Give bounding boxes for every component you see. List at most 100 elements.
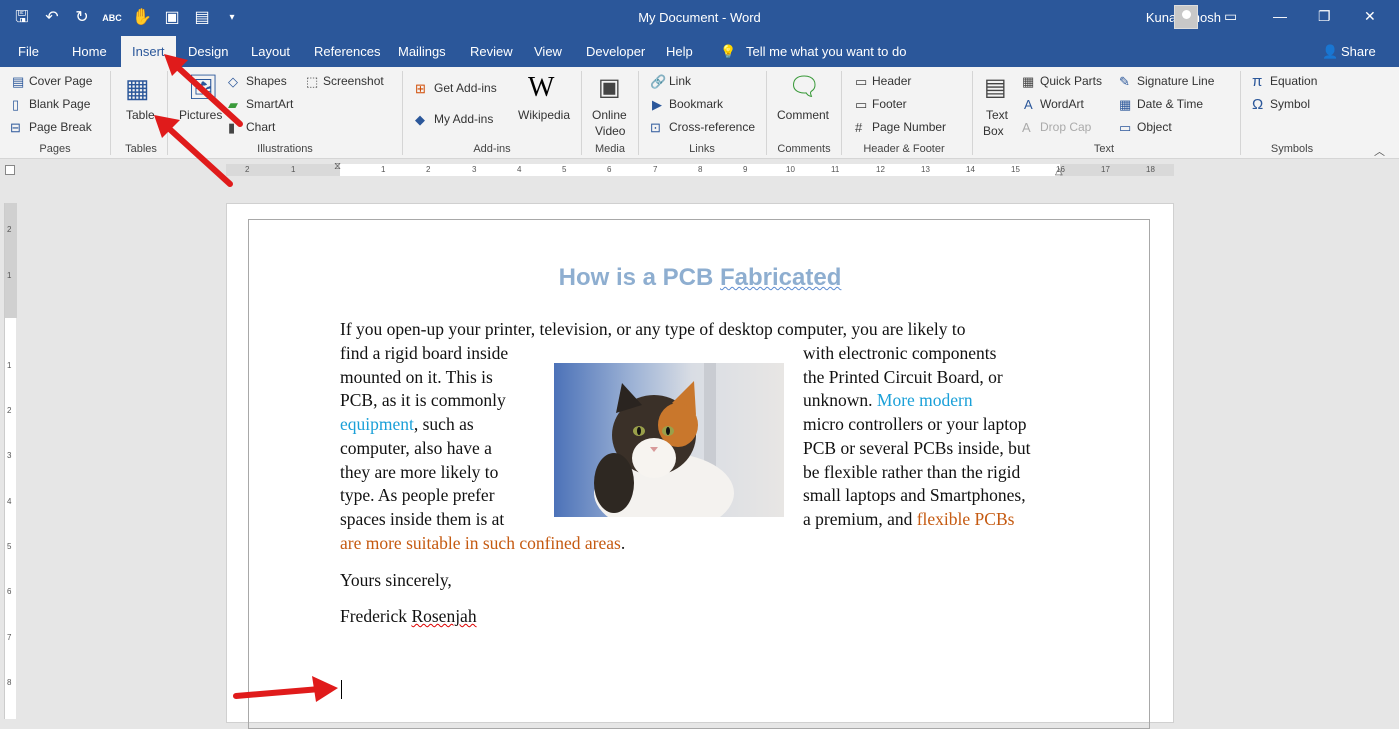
- header-button[interactable]: Header: [872, 74, 911, 88]
- closing-line[interactable]: Yours sincerely,: [340, 569, 452, 593]
- screenshot-icon: ⬚: [306, 74, 319, 89]
- tab-developer[interactable]: Developer: [586, 44, 645, 59]
- text-line: equipment, such as: [340, 413, 508, 437]
- drop-cap-button[interactable]: Drop Cap: [1040, 120, 1091, 134]
- group-links: Links: [689, 143, 715, 155]
- text-span: , such as: [413, 414, 474, 435]
- collapse-ribbon-icon[interactable]: ︿: [1374, 143, 1385, 159]
- page-number-button[interactable]: Page Number: [872, 120, 946, 134]
- equation-button[interactable]: Equation: [1270, 74, 1317, 88]
- link-text: equipment: [340, 414, 414, 435]
- date-time-icon: ▦: [1119, 97, 1132, 112]
- group-comments: Comments: [777, 143, 831, 155]
- divider: [1240, 71, 1241, 155]
- ruler-tick: 7: [7, 633, 12, 642]
- text-box-button[interactable]: Text: [986, 108, 1008, 122]
- signature-line[interactable]: Frederick Rosenjah: [340, 605, 477, 629]
- online-video-button[interactable]: Online: [592, 108, 627, 122]
- store-icon: ⊞: [415, 81, 426, 96]
- ruler-tick: 1: [381, 165, 386, 174]
- horizontal-ruler[interactable]: 2 1 1 2 3 4 5 6 7 8 9 10 11 12 13 14 15 …: [226, 161, 1174, 177]
- ribbon-display-options-icon[interactable]: ▭: [1224, 8, 1237, 25]
- cover-page-button[interactable]: Cover Page: [29, 74, 92, 88]
- wordart-button[interactable]: WordArt: [1040, 97, 1084, 111]
- title-misspelled-word: Fabricated: [720, 264, 842, 291]
- tab-selector-icon[interactable]: [5, 165, 15, 175]
- page-break-button[interactable]: Page Break: [29, 120, 92, 134]
- link-text: More modern: [876, 390, 973, 411]
- restore-icon[interactable]: ❐: [1318, 8, 1331, 25]
- date-time-button[interactable]: Date & Time: [1137, 97, 1203, 111]
- object-button[interactable]: Object: [1137, 120, 1172, 134]
- blank-page-icon: ▯: [12, 97, 20, 112]
- cover-page-icon: ▤: [12, 74, 25, 89]
- text-line: they are more likely to: [340, 461, 499, 482]
- ruler-tick: 12: [876, 165, 885, 174]
- ruler-tick: 4: [7, 497, 12, 506]
- object-icon: ▭: [1119, 120, 1132, 135]
- tab-review[interactable]: Review: [470, 44, 513, 59]
- quick-parts-button[interactable]: Quick Parts: [1040, 74, 1102, 88]
- header-icon: ▭: [855, 74, 868, 89]
- wikipedia-button[interactable]: Wikipedia: [518, 108, 570, 122]
- ruler-tick: 1: [291, 165, 296, 174]
- avatar[interactable]: [1174, 5, 1198, 29]
- ruler-tick: 2: [426, 165, 431, 174]
- group-pages: Pages: [39, 143, 71, 155]
- shapes-button[interactable]: Shapes: [246, 74, 287, 88]
- ruler-tick: 4: [517, 165, 522, 174]
- tab-mailings[interactable]: Mailings: [398, 44, 446, 59]
- tab-view[interactable]: View: [534, 44, 562, 59]
- bookmark-button[interactable]: Bookmark: [669, 97, 723, 111]
- group-media: Media: [595, 143, 625, 155]
- tab-file[interactable]: File: [18, 44, 39, 59]
- blank-page-button[interactable]: Blank Page: [29, 97, 90, 111]
- drop-cap-icon: A: [1022, 120, 1031, 135]
- bookmark-icon: ▶: [652, 97, 662, 112]
- ruler-tick: 7: [653, 165, 658, 174]
- symbol-button[interactable]: Symbol: [1270, 97, 1310, 111]
- divider: [110, 71, 111, 155]
- text-line: PCB, as it is commonly: [340, 390, 506, 411]
- tell-me-search[interactable]: Tell me what you want to do: [746, 44, 906, 59]
- document-title[interactable]: How is a PCB Fabricated: [540, 264, 860, 292]
- link-button[interactable]: Link: [669, 74, 691, 88]
- divider: [581, 71, 582, 155]
- minimize-icon[interactable]: —: [1273, 8, 1287, 24]
- tab-help[interactable]: Help: [666, 44, 693, 59]
- indent-marker-icon[interactable]: ⧖: [334, 161, 341, 172]
- share-button[interactable]: Share: [1341, 44, 1376, 59]
- ruler-tick: 6: [7, 587, 12, 596]
- ruler-tick: 15: [1011, 165, 1020, 174]
- tab-home[interactable]: Home: [72, 44, 107, 59]
- paragraph-line[interactable]: If you open-up your printer, television,…: [340, 318, 966, 342]
- close-icon[interactable]: ✕: [1364, 8, 1376, 25]
- get-addins-button[interactable]: Get Add-ins: [434, 81, 497, 95]
- footer-button[interactable]: Footer: [872, 97, 907, 111]
- signature-line-button[interactable]: Signature Line: [1137, 74, 1214, 88]
- comment-icon: 🗨: [788, 71, 822, 101]
- ruler-tick: 1: [7, 271, 12, 280]
- chart-button[interactable]: Chart: [246, 120, 275, 134]
- ruler-tick: 1: [7, 361, 12, 370]
- cross-reference-button[interactable]: Cross-reference: [669, 120, 755, 134]
- tab-references[interactable]: References: [314, 44, 380, 59]
- text-line: computer, also have a: [340, 437, 492, 458]
- right-column-text[interactable]: with electronic components the Printed C…: [803, 342, 1031, 532]
- tab-layout[interactable]: Layout: [251, 44, 290, 59]
- online-video-label-2: Video: [595, 124, 626, 138]
- equation-icon: π: [1252, 73, 1263, 90]
- ruler-tick: 3: [472, 165, 477, 174]
- title-part: How is a PCB: [558, 264, 720, 291]
- comment-button[interactable]: Comment: [777, 108, 829, 122]
- screenshot-button[interactable]: Screenshot: [323, 74, 384, 88]
- divider: [402, 71, 403, 155]
- paragraph-last-line[interactable]: are more suitable in such confined areas…: [340, 532, 625, 556]
- cat-image[interactable]: [554, 363, 784, 517]
- right-indent-marker-icon[interactable]: △: [1055, 166, 1063, 177]
- vertical-ruler[interactable]: 2 1 1 2 3 4 5 6 7 8: [4, 203, 17, 719]
- left-column-text[interactable]: find a rigid board inside mounted on it.…: [340, 342, 508, 532]
- smartart-button[interactable]: SmartArt: [246, 97, 293, 111]
- text-span: a premium, and: [803, 508, 917, 529]
- my-addins-button[interactable]: My Add-ins: [434, 112, 493, 126]
